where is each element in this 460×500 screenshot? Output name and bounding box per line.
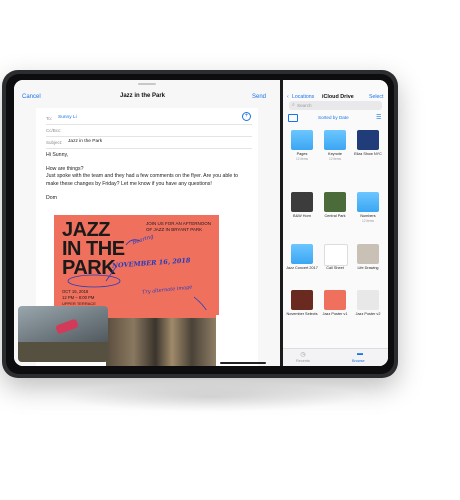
ink-strokes xyxy=(67,239,209,314)
poster-attachment[interactable]: JAZZ IN THE PARK JOIN US FOR AN AFTERNOO… xyxy=(54,215,219,315)
to-label: To: xyxy=(46,116,53,121)
list-view-icon[interactable]: ☰ xyxy=(376,114,381,121)
multitasking-handle[interactable] xyxy=(138,83,156,85)
select-button[interactable]: Select xyxy=(369,94,383,100)
video-dancer xyxy=(55,318,79,335)
cc-field[interactable]: Cc/Bcc: xyxy=(46,128,62,133)
file-thumbnail xyxy=(324,192,346,212)
folder-icon xyxy=(324,130,346,150)
picture-in-picture-video[interactable] xyxy=(18,306,108,362)
video-ground xyxy=(18,342,108,362)
ipad-screen: Cancel Jazz in the Park Send To: Sunny L… xyxy=(14,80,388,366)
body-line-1: How are things? xyxy=(46,166,84,173)
body-line-2: Just spoke with the team and they had a … xyxy=(46,173,239,187)
cancel-button[interactable]: Cancel xyxy=(22,94,41,100)
clock-icon: ◷ xyxy=(300,352,306,358)
file-thumbnail xyxy=(357,244,379,264)
home-indicator[interactable] xyxy=(220,362,266,364)
file-thumbnail xyxy=(324,290,346,310)
files-title: iCloud Drive xyxy=(322,94,354,100)
locations-button[interactable]: Locations xyxy=(292,94,314,100)
tab-browse[interactable]: Browse xyxy=(352,359,365,363)
device-shadow xyxy=(60,382,360,412)
file-name: Jazz Poster v2 xyxy=(355,312,381,316)
new-folder-icon[interactable] xyxy=(288,114,298,122)
poster-photo xyxy=(106,318,216,366)
send-button[interactable]: Send xyxy=(252,94,266,100)
file-name: Life Drawing xyxy=(357,266,379,270)
tab-recents[interactable]: Recents xyxy=(296,359,310,363)
divider xyxy=(46,148,252,149)
file-name: Numbers xyxy=(360,214,376,218)
folder-icon xyxy=(291,130,313,150)
search-placeholder: Search xyxy=(297,103,312,108)
to-recipient[interactable]: Sunny Li xyxy=(58,115,77,120)
file-thumbnail xyxy=(291,192,313,212)
subject-field[interactable]: Jazz in the Park xyxy=(68,139,102,144)
chevron-left-icon[interactable]: ‹ xyxy=(287,94,289,100)
subject-label: Subject: xyxy=(46,140,63,145)
file-meta: 12 items xyxy=(361,219,375,223)
mail-compose-pane: Cancel Jazz in the Park Send To: Sunny L… xyxy=(14,80,280,366)
body-signoff: Dom xyxy=(46,194,57,201)
file-name: Eliza Show NYC xyxy=(354,152,382,156)
folder-icon xyxy=(357,192,379,212)
document-icon xyxy=(324,244,348,266)
file-thumbnail xyxy=(357,290,379,310)
search-icon: ⌕ xyxy=(292,102,295,108)
tab-bar: ◷ Recents ▬ Browse xyxy=(283,348,388,366)
divider xyxy=(46,124,252,125)
file-thumbnail xyxy=(291,290,313,310)
add-recipient-icon[interactable]: + xyxy=(242,112,251,121)
files-pane: ‹ Locations iCloud Drive Select ⌕ Search… xyxy=(283,80,388,366)
folder-icon xyxy=(291,244,313,264)
message-body[interactable]: Hi Sunny, How are things? Just spoke wit… xyxy=(46,152,251,202)
compose-title: Jazz in the Park xyxy=(120,93,166,99)
folder-icon: ▬ xyxy=(357,351,363,357)
file-meta: 12 items xyxy=(328,157,342,161)
file-thumbnail xyxy=(357,130,379,150)
sort-button[interactable]: Sorted by Date xyxy=(318,115,349,120)
body-greeting: Hi Sunny, xyxy=(46,152,69,158)
divider xyxy=(46,136,252,137)
